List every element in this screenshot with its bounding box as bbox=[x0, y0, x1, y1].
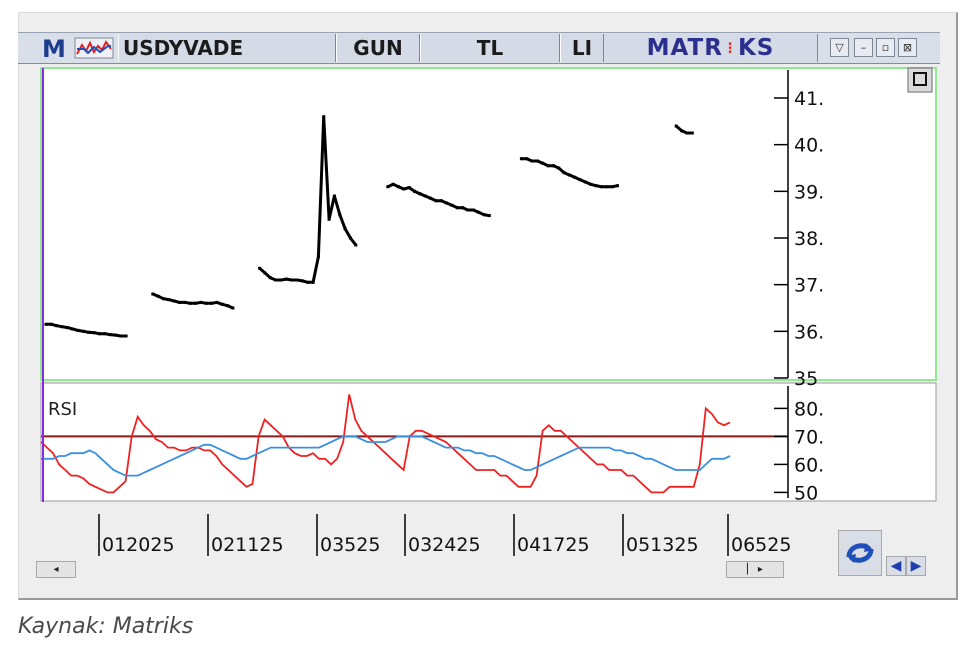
rsi-tick-label: 50 bbox=[794, 482, 818, 504]
nav-prev-icon[interactable]: ◀ bbox=[886, 556, 906, 576]
price-tick-label: 37. bbox=[794, 275, 824, 297]
time-tick-label: 041725 bbox=[517, 534, 590, 556]
chart-canvas: 41. 40. 39. 38. 37. 36. 35 80. 70. 60. 50 012025 0… bbox=[36, 67, 937, 562]
rsi-tick-label: 60. bbox=[794, 454, 824, 476]
price-tick-label: 36. bbox=[794, 321, 824, 343]
price-tick-label: 38. bbox=[794, 228, 824, 250]
time-tick-label: 021125 bbox=[211, 534, 284, 556]
source-caption: Kaynak: Matriks bbox=[18, 614, 194, 639]
refresh-button[interactable] bbox=[838, 530, 882, 576]
scroll-left-button[interactable]: ◂ bbox=[36, 561, 76, 578]
time-tick-label: 03525 bbox=[320, 534, 380, 556]
rsi-tick-label: 70. bbox=[794, 426, 824, 448]
time-tick-label: 06525 bbox=[731, 534, 791, 556]
nav-next-icon[interactable]: ▶ bbox=[906, 556, 926, 576]
rsi-title: RSI bbox=[48, 399, 77, 420]
refresh-icon bbox=[846, 543, 874, 563]
rsi-tick-label: 80. bbox=[794, 398, 824, 420]
price-tick-label: 35 bbox=[794, 368, 818, 390]
price-tick-label: 41. bbox=[794, 88, 824, 110]
price-tick-label: 39. bbox=[794, 181, 824, 203]
time-tick-label: 051325 bbox=[626, 534, 699, 556]
time-tick-label: 032425 bbox=[408, 534, 481, 556]
price-tick-label: 40. bbox=[794, 135, 824, 157]
time-tick-label: 012025 bbox=[102, 534, 175, 556]
scroll-thumb[interactable]: ▏ ▸ bbox=[726, 561, 784, 578]
panel-maximize-icon[interactable] bbox=[907, 67, 933, 93]
